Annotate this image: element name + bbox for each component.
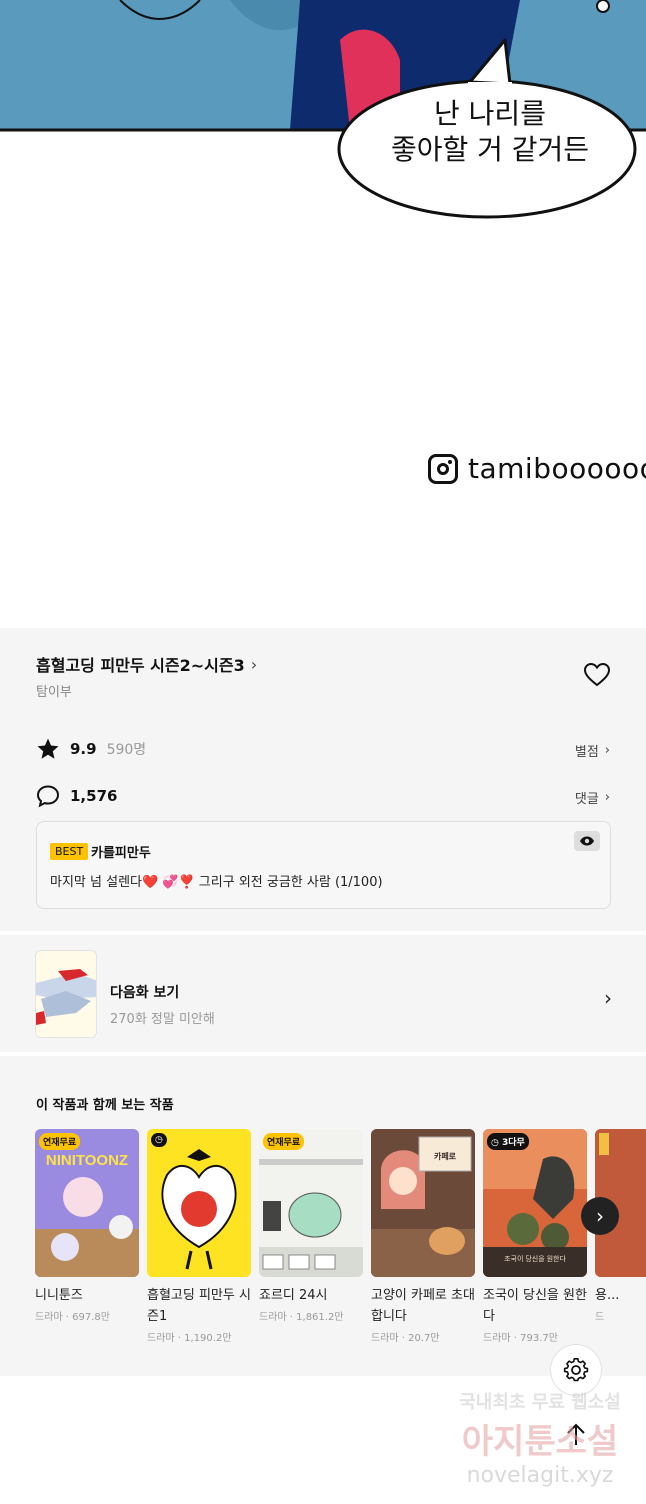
- recommendation-meta: 드라마 · 20.7만: [371, 1333, 440, 1344]
- episode-info-panel: 흡혈고딩 피만두 시즌2~시즌3 › 탐이부 9.9 590명 별점 › 1,5…: [0, 628, 646, 1376]
- recommendation-meta: 드라마 · 1,861.2만: [259, 1312, 344, 1323]
- clock-icon: ◷: [151, 1133, 167, 1147]
- work-title: 흡혈고딩 피만두 시즌2~시즌3: [36, 656, 245, 675]
- recommendation-card[interactable]: 카페로 고양이 카페로 초대합니다 드라마 · 20.7만: [371, 1129, 475, 1344]
- recommendation-thumbnail: 조국이 당신을 원한다 ◷ 3다무: [483, 1129, 587, 1277]
- chevron-right-icon: ›: [604, 986, 612, 1010]
- recommendation-meta: 드라마 · 793.7만: [483, 1333, 558, 1344]
- next-episode-button[interactable]: 다음화 보기 270화 정말 미안해 ›: [0, 936, 646, 1052]
- chevron-right-icon: ›: [604, 790, 610, 805]
- chevron-right-icon: ›: [604, 743, 610, 758]
- speech-bubble: 난 나리를 좋아할 거 같거든: [345, 96, 635, 168]
- work-title-link[interactable]: 흡혈고딩 피만두 시즌2~시즌3 ›: [36, 652, 257, 676]
- comment-count: 1,576: [70, 787, 118, 805]
- rating-link[interactable]: 별점 ›: [575, 741, 610, 760]
- recommendation-thumbnail: ◷: [147, 1129, 251, 1277]
- rating-row: 9.9 590명: [36, 737, 146, 761]
- divider: [0, 931, 646, 935]
- comment-row: 1,576: [36, 784, 117, 808]
- author-name: 탐이부: [36, 685, 72, 700]
- recommendation-meta: 드라마 · 1,190.2만: [147, 1333, 232, 1344]
- free-badge: 연재무료: [263, 1133, 305, 1150]
- recommendation-card[interactable]: 연재무료 죠르디 24시 드라마 · 1,861.2만: [259, 1129, 363, 1323]
- recommendation-list: NINITOONZ 연재무료 니니툰즈 드라마 · 697.8만 ◷ 흡혈고딩 …: [35, 1129, 646, 1359]
- recommendation-title: 고양이 카페로 초대합니다: [371, 1288, 475, 1324]
- speech-line-2: 좋아할 거 같거든: [390, 133, 590, 166]
- rating-score: 9.9: [70, 740, 97, 758]
- carousel-next-button[interactable]: ›: [581, 1197, 619, 1235]
- instagram-icon: [428, 453, 458, 484]
- comment-link[interactable]: 댓글 ›: [575, 788, 610, 807]
- recommendation-thumbnail: 카페로: [371, 1129, 475, 1277]
- comic-illustration: [0, 0, 646, 219]
- recommendations-heading: 이 작품과 함께 보는 작품: [36, 1098, 174, 1113]
- svg-text:NINITOONZ: NINITOONZ: [46, 1152, 128, 1169]
- recommendation-thumbnail: 연재무료: [259, 1129, 363, 1277]
- svg-text:카페로: 카페로: [434, 1151, 457, 1161]
- free-badge: 연재무료: [39, 1133, 81, 1150]
- next-episode-thumbnail: [35, 950, 97, 1038]
- comment-bubble-icon: [36, 785, 60, 808]
- speech-line-1: 난 나리를: [434, 97, 546, 130]
- instagram-credit: tamiboooooo: [428, 452, 646, 485]
- next-episode-label: 다음화 보기: [110, 985, 180, 1001]
- star-icon: [37, 738, 59, 759]
- watermark-line-1: 국내최초 무료 웹소설: [459, 1392, 621, 1413]
- best-badge: BEST: [50, 843, 89, 860]
- chevron-right-icon: ›: [596, 1204, 604, 1228]
- comic-panel: 난 나리를 좋아할 거 같거든 tamiboooooo: [0, 0, 646, 628]
- recommendation-title: 조국이 당신을 원한다: [483, 1288, 587, 1324]
- gear-icon: [563, 1357, 589, 1382]
- recommendation-title: 죠르디 24시: [259, 1288, 328, 1303]
- divider: [0, 1052, 646, 1056]
- eye-icon[interactable]: [574, 831, 600, 851]
- watermark-line-2: 아지툰소설: [461, 1422, 619, 1462]
- recommendation-card[interactable]: NINITOONZ 연재무료 니니툰즈 드라마 · 697.8만: [35, 1129, 139, 1323]
- best-comment-card[interactable]: BEST 카를피만두 마지막 넘 설렌다❤️ 💞❣️ 그리구 외전 궁금한 사람…: [36, 821, 611, 909]
- recommendation-thumbnail: NINITOONZ 연재무료: [35, 1129, 139, 1277]
- watermark-line-3: novelagit.xyz: [466, 1463, 614, 1488]
- recommendation-title: 니니툰즈: [35, 1288, 83, 1303]
- recommendation-title: 흡혈고딩 피만두 시즌1: [147, 1288, 251, 1324]
- watermark: 국내최초 무료 웹소설 아지툰소설 novelagit.xyz: [440, 1388, 640, 1488]
- recommendation-card[interactable]: ◷ 흡혈고딩 피만두 시즌1 드라마 · 1,190.2만: [147, 1129, 251, 1344]
- chevron-right-icon: ›: [250, 654, 258, 674]
- best-comment-user: 카를피만두: [91, 846, 151, 861]
- rating-link-label: 별점: [574, 745, 599, 760]
- recommendation-meta: 드: [595, 1312, 605, 1323]
- instagram-handle: tamiboooooo: [468, 452, 646, 485]
- comment-link-label: 댓글: [574, 792, 599, 807]
- recommendation-card[interactable]: 조국이 당신을 원한다 ◷ 3다무 조국이 당신을 원한다 드라마 · 793.…: [483, 1129, 587, 1344]
- best-comment-text: 마지막 넘 설렌다❤️ 💞❣️ 그리구 외전 궁금한 사람 (1/100): [50, 875, 383, 890]
- recommendation-title: 용...: [595, 1288, 620, 1303]
- wait-free-badge: ◷ 3다무: [487, 1133, 529, 1150]
- rating-count: 590명: [106, 742, 147, 758]
- recommendation-meta: 드라마 · 697.8만: [35, 1312, 110, 1323]
- next-episode-subtitle: 270화 정말 미안해: [110, 1012, 215, 1027]
- svg-text:조국이 당신을 원한다: 조국이 당신을 원한다: [504, 1254, 566, 1263]
- heart-icon[interactable]: [584, 663, 610, 687]
